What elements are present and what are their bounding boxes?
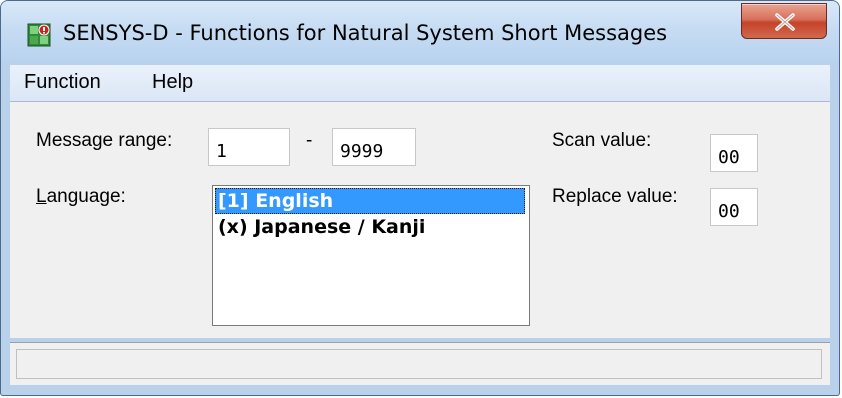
menu-function[interactable]: Function <box>24 71 101 94</box>
replace-value-input[interactable]: 00 <box>710 188 758 226</box>
list-item[interactable]: [1] English <box>215 188 525 214</box>
status-text <box>16 349 822 379</box>
menu-help[interactable]: Help <box>152 71 193 94</box>
range-separator: - <box>306 130 313 151</box>
scan-value-input[interactable]: 00 <box>710 134 758 172</box>
menu-bar: Function Help <box>10 65 830 102</box>
range-to-input[interactable]: 9999 <box>332 128 416 166</box>
replace-value-label: Replace value: <box>552 186 678 207</box>
window-title: SENSYS-D - Functions for Natural System … <box>63 21 668 45</box>
app-window: SENSYS-D - Functions for Natural System … <box>0 0 840 396</box>
status-bar <box>10 342 830 385</box>
range-from-input[interactable]: 1 <box>208 128 290 166</box>
message-range-label: Message range: <box>36 130 173 151</box>
language-label: Language: <box>36 186 126 208</box>
language-label-rest: anguage: <box>46 186 126 207</box>
scan-value-label: Scan value: <box>552 130 652 151</box>
list-item[interactable]: (x) Japanese / Kanji <box>215 214 525 240</box>
app-icon[interactable] <box>27 23 51 47</box>
title-bar[interactable]: SENSYS-D - Functions for Natural System … <box>1 1 839 63</box>
language-label-mnemonic: L <box>36 186 47 207</box>
language-listbox[interactable]: [1] English (x) Japanese / Kanji <box>212 185 530 326</box>
form-area: Message range: 1 - 9999 Language: [1] En… <box>10 102 830 338</box>
close-icon <box>775 13 795 31</box>
close-button[interactable] <box>741 3 827 39</box>
